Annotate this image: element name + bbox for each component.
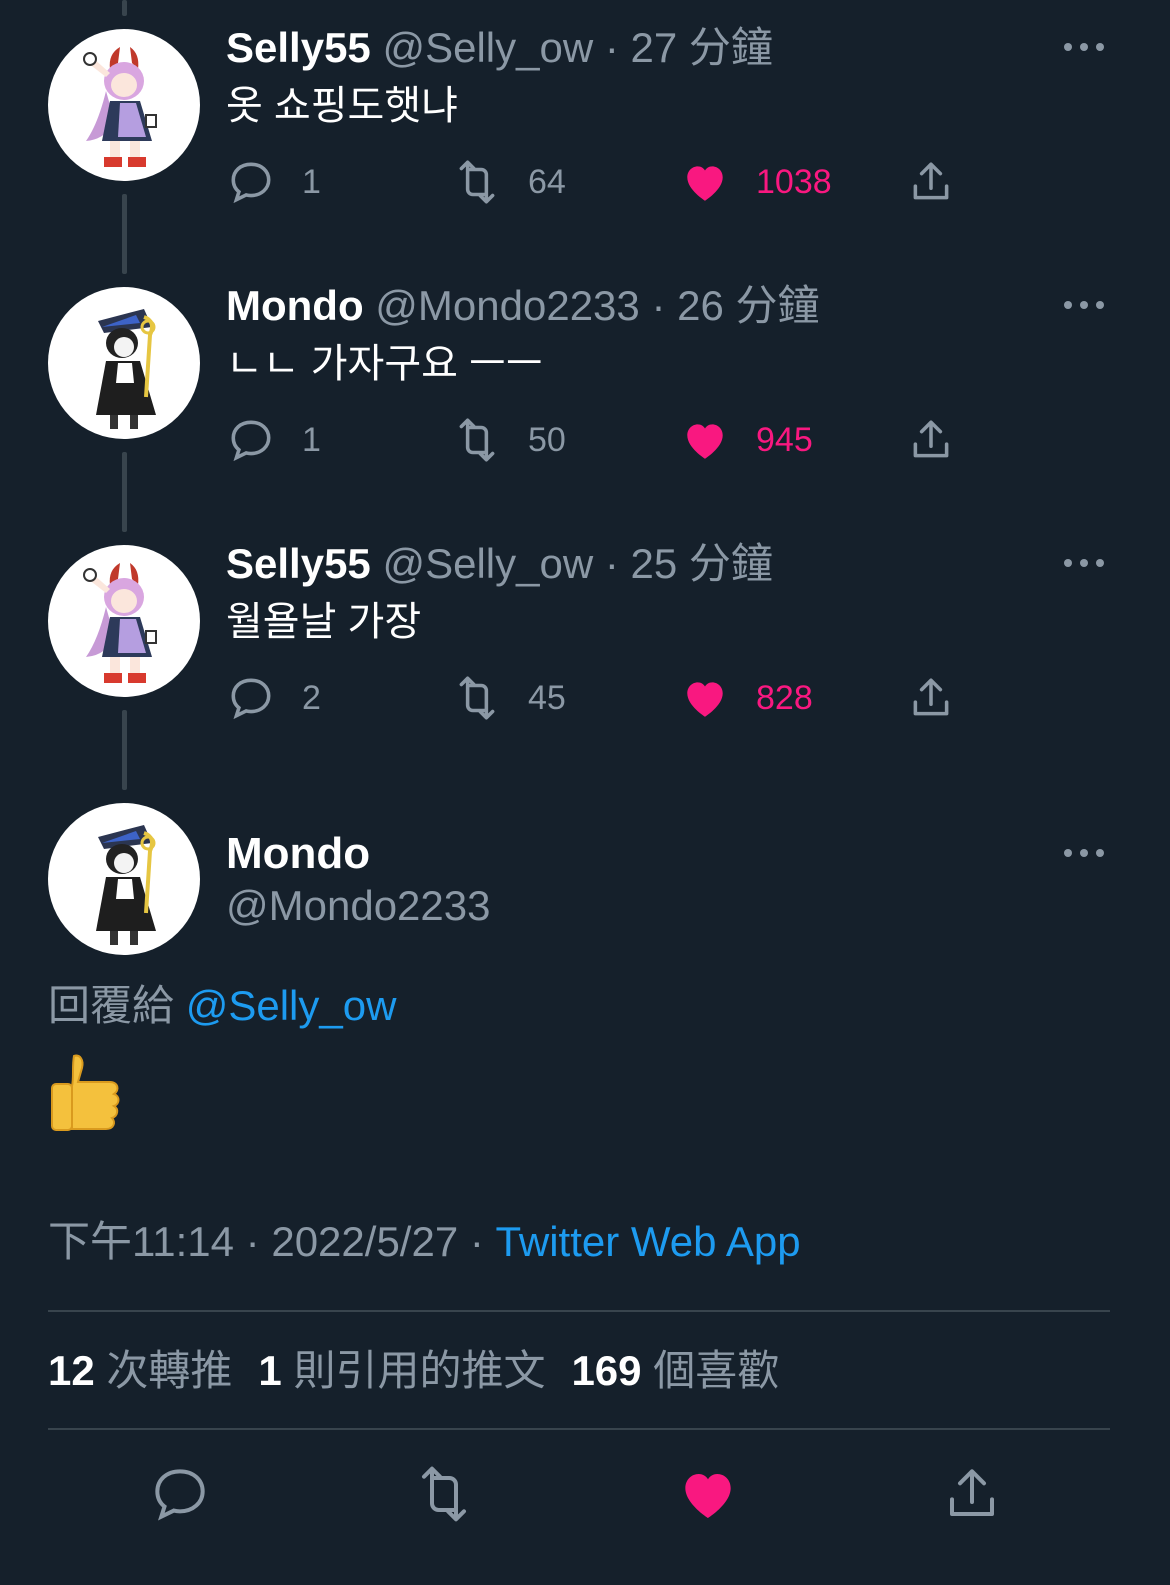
- heart-filled-icon: [687, 424, 723, 459]
- retweets-label: 次轉推: [106, 1347, 233, 1394]
- thread-connector: [122, 0, 127, 16]
- quotes-stat[interactable]: 1 則引用的推文: [258, 1347, 545, 1394]
- likes-number: 169: [571, 1347, 642, 1394]
- reply-button[interactable]: 1: [226, 154, 321, 210]
- reply-button[interactable]: 2: [226, 670, 321, 726]
- like-count: 1038: [756, 162, 832, 201]
- reply-count: 1: [302, 162, 321, 201]
- thread-tweet[interactable]: Selly55 @Selly_ow · 25 分鐘 월욜날 가장 2 45 82…: [0, 538, 1170, 738]
- retweet-button[interactable]: 64: [452, 154, 566, 210]
- dark-coat-character-avatar-icon: [96, 309, 156, 429]
- avatar[interactable]: [48, 287, 200, 439]
- tweet-header: Selly55 @Selly_ow · 27 分鐘: [226, 22, 773, 74]
- tweet-text: ㄴㄴ 가자구요 ㅡㅡ: [226, 342, 543, 386]
- divider: [48, 1310, 1110, 1312]
- reply-mention-link[interactable]: @Selly_ow: [186, 982, 397, 1029]
- retweet-button[interactable]: 45: [452, 670, 566, 726]
- more-options-icon[interactable]: [1058, 838, 1110, 868]
- separator-dot: ·: [604, 540, 619, 587]
- share-icon: [913, 678, 949, 716]
- tweet-header: Selly55 @Selly_ow · 25 分鐘: [226, 538, 773, 590]
- thumbs-up-emoji-icon: [51, 1054, 120, 1131]
- likes-label: 個喜歡: [653, 1347, 780, 1394]
- tweet-actions: 1 64 1038: [226, 154, 1006, 210]
- like-count: 828: [756, 678, 813, 717]
- retweet-count: 64: [528, 162, 566, 201]
- tweet-actions: 1 50 945: [226, 412, 1006, 468]
- reply-icon: [231, 420, 271, 462]
- main-display-name[interactable]: Mondo: [226, 826, 370, 882]
- display-name[interactable]: Mondo: [226, 282, 364, 329]
- reply-icon: [231, 162, 271, 204]
- reply-icon: [231, 678, 271, 720]
- separator-dot: ·: [469, 1218, 484, 1265]
- tweet-text: 월욜날 가장: [226, 600, 422, 644]
- separator-dot: ·: [604, 24, 619, 71]
- tweet-text: 옷 쇼핑도햇냐: [226, 84, 458, 128]
- timestamp[interactable]: 27 分鐘: [631, 24, 773, 71]
- retweet-count: 45: [528, 678, 566, 717]
- avatar[interactable]: [48, 29, 200, 181]
- reply-to-label: 回覆給: [48, 982, 175, 1029]
- more-options-icon[interactable]: [1058, 548, 1110, 578]
- user-handle[interactable]: @Mondo2233: [375, 282, 640, 329]
- more-options-icon[interactable]: [1058, 290, 1110, 320]
- dark-coat-character-avatar-icon: [96, 825, 156, 945]
- quotes-label: 則引用的推文: [293, 1347, 546, 1394]
- like-button[interactable]: 828: [680, 670, 813, 726]
- heart-filled-icon: [687, 166, 723, 201]
- divider: [48, 1428, 1110, 1430]
- display-name[interactable]: Selly55: [226, 24, 371, 71]
- tweet-time: 下午11:14: [48, 1218, 234, 1265]
- separator-dot: ·: [245, 1218, 260, 1265]
- reply-icon[interactable]: [148, 1462, 212, 1526]
- main-tweet-avatar[interactable]: [48, 803, 200, 955]
- retweets-number: 12: [48, 1347, 95, 1394]
- display-name[interactable]: Selly55: [226, 540, 371, 587]
- retweet-count: 50: [528, 420, 566, 459]
- share-button[interactable]: [906, 412, 982, 468]
- tweet-metadata: 下午11:14 · 2022/5/27 · Twitter Web App: [48, 1214, 801, 1270]
- avatar[interactable]: [48, 545, 200, 697]
- retweet-icon: [459, 418, 495, 462]
- engagement-stats: 12 次轉推 1 則引用的推文 169 個喜歡: [48, 1343, 779, 1399]
- reply-count: 2: [302, 678, 321, 717]
- timestamp[interactable]: 26 分鐘: [677, 282, 819, 329]
- user-handle[interactable]: @Selly_ow: [382, 540, 593, 587]
- heart-filled-icon: [687, 682, 723, 717]
- pink-hair-character-avatar-icon: [83, 47, 157, 167]
- like-button[interactable]: 1038: [680, 154, 832, 210]
- timestamp[interactable]: 25 分鐘: [631, 540, 773, 587]
- more-options-icon[interactable]: [1058, 32, 1110, 62]
- reply-count: 1: [302, 420, 321, 459]
- share-icon[interactable]: [940, 1462, 1004, 1526]
- reply-to-line: 回覆給 @Selly_ow: [48, 978, 396, 1034]
- likes-stat[interactable]: 169 個喜歡: [571, 1347, 779, 1394]
- retweet-icon: [459, 160, 495, 204]
- share-icon: [913, 420, 949, 458]
- share-button[interactable]: [906, 670, 982, 726]
- retweet-button[interactable]: 50: [452, 412, 566, 468]
- thread-tweet[interactable]: Mondo @Mondo2233 · 26 分鐘 ㄴㄴ 가자구요 ㅡㅡ 1 50…: [0, 280, 1170, 480]
- quotes-number: 1: [258, 1347, 282, 1394]
- like-button[interactable]: 945: [680, 412, 813, 468]
- reply-button[interactable]: 1: [226, 412, 321, 468]
- share-icon: [913, 162, 949, 200]
- tweet-header: Mondo @Mondo2233 · 26 分鐘: [226, 280, 820, 332]
- retweet-icon[interactable]: [412, 1462, 476, 1526]
- user-handle[interactable]: @Selly_ow: [382, 24, 593, 71]
- retweet-icon: [459, 676, 495, 720]
- pink-hair-character-avatar-icon: [83, 563, 157, 683]
- main-user-handle[interactable]: @Mondo2233: [226, 878, 491, 934]
- heart-filled-icon[interactable]: [676, 1462, 740, 1526]
- thread-tweet[interactable]: Selly55 @Selly_ow · 27 分鐘 옷 쇼핑도햇냐 1 64 1…: [0, 22, 1170, 222]
- tweet-source-link[interactable]: Twitter Web App: [496, 1218, 801, 1265]
- share-button[interactable]: [906, 154, 982, 210]
- like-count: 945: [756, 420, 813, 459]
- tweet-actions: 2 45 828: [226, 670, 1006, 726]
- retweets-stat[interactable]: 12 次轉推: [48, 1347, 232, 1394]
- tweet-date: 2022/5/27: [271, 1218, 459, 1265]
- separator-dot: ·: [651, 282, 666, 329]
